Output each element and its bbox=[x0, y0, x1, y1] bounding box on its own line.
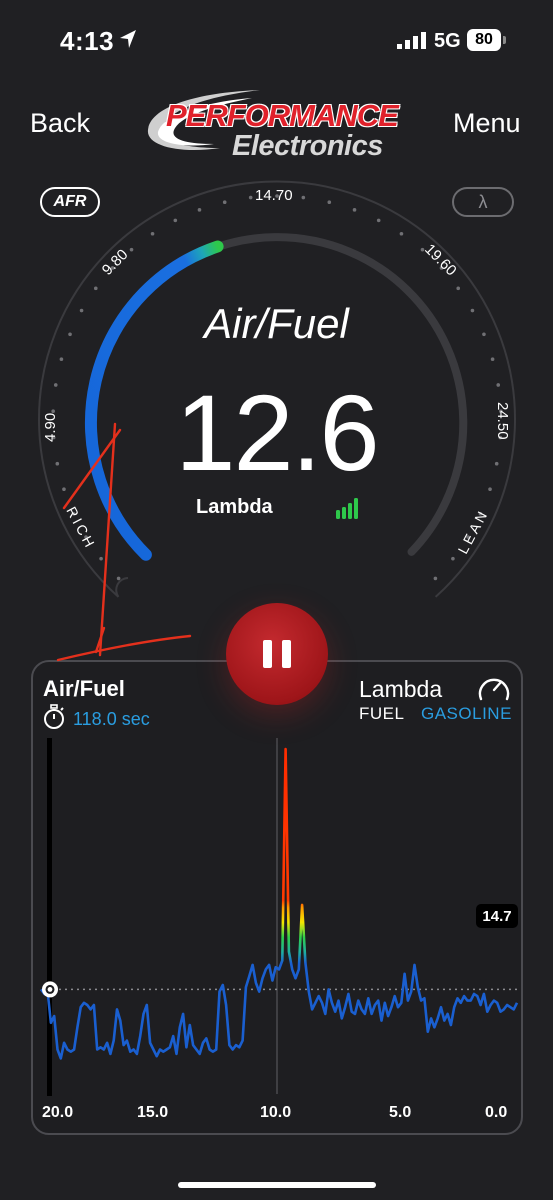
gauge-dot bbox=[222, 200, 227, 204]
chart-series-line bbox=[39, 747, 519, 1060]
gauge-dot bbox=[248, 195, 253, 200]
rich-label: RICH bbox=[63, 504, 99, 552]
brand-logo: PERFORMANCE Electronics bbox=[140, 84, 416, 168]
location-arrow-icon bbox=[120, 30, 136, 48]
gauge-outer-ring-end bbox=[115, 577, 129, 598]
x-tick-label: 5.0 bbox=[389, 1104, 412, 1121]
gauge-dot bbox=[399, 231, 404, 236]
gauge-dot bbox=[376, 218, 381, 223]
gauge-dot bbox=[490, 357, 495, 361]
gauge-dot bbox=[352, 208, 357, 212]
fuel-type[interactable]: GASOLINE bbox=[421, 704, 512, 724]
gauge-dot bbox=[129, 247, 134, 252]
lean-label: LEAN bbox=[455, 506, 492, 556]
x-tick-label: 15.0 bbox=[137, 1104, 169, 1121]
gauge-dot bbox=[99, 556, 103, 561]
battery-tip bbox=[503, 36, 506, 44]
elapsed-time: 118.0 sec bbox=[73, 709, 150, 729]
pause-button[interactable] bbox=[226, 603, 328, 705]
gauge-dot bbox=[433, 576, 438, 581]
gauge-dot bbox=[197, 208, 202, 212]
pause-icon-bar-right bbox=[282, 640, 291, 668]
x-tick-label: 0.0 bbox=[485, 1104, 508, 1121]
menu-button[interactable]: Menu bbox=[453, 108, 521, 139]
home-indicator[interactable] bbox=[178, 1182, 376, 1188]
tick-label-14.70: 14.70 bbox=[255, 187, 293, 204]
gauge-dot bbox=[173, 218, 178, 223]
logo-text-performance: PERFORMANCE bbox=[166, 98, 399, 133]
chart-y-bar bbox=[47, 738, 52, 1096]
gauge-speedometer-icon[interactable] bbox=[476, 672, 512, 704]
cellular-signal-icon bbox=[397, 32, 426, 49]
back-button[interactable]: Back bbox=[30, 108, 90, 139]
pause-icon-bar-left bbox=[263, 640, 272, 668]
air-fuel-line-chart bbox=[39, 738, 521, 1096]
logo-text-electronics: Electronics bbox=[232, 130, 383, 162]
gauge-dot bbox=[456, 286, 461, 291]
network-type: 5G bbox=[434, 30, 461, 52]
afr-mode-toggle[interactable]: AFR bbox=[40, 187, 100, 217]
chart-title: Air/Fuel bbox=[43, 676, 125, 701]
lambda-label: Lambda bbox=[196, 496, 273, 518]
gauge-dot bbox=[327, 200, 332, 204]
x-tick-label: 10.0 bbox=[260, 1104, 292, 1121]
gauge-dot bbox=[150, 231, 155, 236]
gauge-title: Air/Fuel bbox=[204, 300, 349, 347]
lambda-title: Lambda bbox=[359, 676, 443, 702]
gauge-dot bbox=[93, 286, 98, 291]
gauge-dot bbox=[301, 195, 306, 200]
gauge-dot bbox=[59, 357, 64, 361]
gauge-dot bbox=[451, 556, 455, 561]
status-time: 4:13 bbox=[60, 26, 115, 56]
lambda-mode-toggle[interactable]: λ bbox=[452, 187, 514, 217]
chart-reference-marker bbox=[42, 981, 58, 998]
gauge-dot bbox=[116, 576, 121, 581]
gauge-value: 12.6 bbox=[175, 372, 379, 493]
chart-marker-dot bbox=[47, 987, 53, 992]
signal-strength-icon bbox=[336, 498, 358, 519]
battery-level: 80 bbox=[475, 31, 493, 48]
x-tick-label: 20.0 bbox=[42, 1104, 74, 1121]
tick-label-9.80: 9.80 bbox=[99, 246, 132, 279]
reference-value-badge: 14.7 bbox=[476, 904, 518, 928]
fuel-label: FUEL bbox=[359, 704, 405, 723]
screen: 4:13 5G 80 Back PERFORMANCE Electronics … bbox=[0, 0, 553, 1200]
stopwatch-icon bbox=[44, 704, 64, 729]
battery-icon: 80 bbox=[467, 29, 501, 51]
